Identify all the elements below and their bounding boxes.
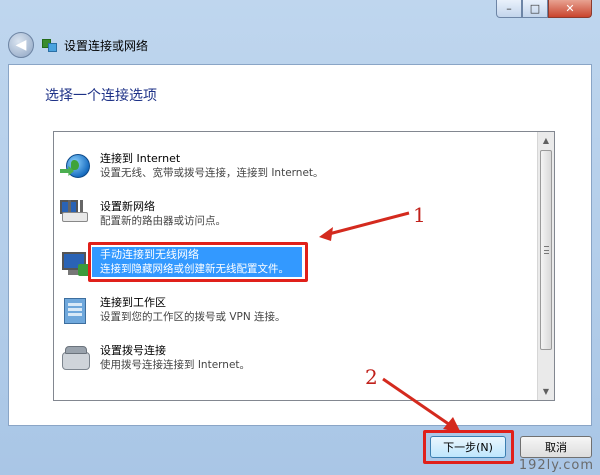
option-desc: 配置新的路由器或访问点。 — [100, 215, 226, 227]
caption-buttons: – □ ✕ — [496, 0, 592, 18]
list-item-connect-internet[interactable]: 连接到 Internet 设置无线、宽带或拨号连接，连接到 Internet。 — [54, 140, 538, 190]
list-item-manual-wireless[interactable]: 手动连接到无线网络 连接到隐藏网络或创建新无线配置文件。 — [54, 236, 538, 286]
network-setup-icon — [42, 37, 58, 53]
list-item-new-network[interactable]: 设置新网络 配置新的路由器或访问点。 — [54, 188, 538, 238]
list-item-workplace[interactable]: 连接到工作区 设置到您的工作区的拨号或 VPN 连接。 — [54, 284, 538, 334]
content-panel: 选择一个连接选项 连接到 Internet 设置无线、宽带或拨号连接，连接到 I… — [8, 64, 592, 433]
annotation-highlight-box — [88, 242, 308, 282]
list-scrollbar[interactable]: ▲ ▼ — [537, 132, 554, 400]
maximize-button[interactable]: □ — [522, 0, 548, 18]
page-heading: 选择一个连接选项 — [45, 88, 157, 104]
nav-bar: ◀ 设置连接或网络 — [8, 28, 592, 62]
minimize-button[interactable]: – — [496, 0, 522, 18]
annotation-next-highlight-box — [423, 430, 514, 464]
annotation-number-2: 2 — [365, 365, 378, 389]
router-icon — [60, 200, 92, 230]
scroll-up-icon[interactable]: ▲ — [538, 132, 554, 149]
annotation-arrow-1 — [319, 211, 410, 241]
option-desc: 使用拨号连接连接到 Internet。 — [100, 359, 251, 371]
watermark: 192ly.com — [518, 458, 594, 473]
cancel-button[interactable]: 取消 — [520, 436, 592, 458]
back-arrow-icon: ◀ — [15, 37, 27, 53]
option-title: 设置拨号连接 — [100, 344, 166, 357]
workplace-icon — [60, 296, 92, 326]
option-title: 连接到工作区 — [100, 296, 166, 309]
globe-icon — [60, 152, 92, 182]
option-title: 设置新网络 — [100, 200, 155, 213]
option-desc: 设置无线、宽带或拨号连接，连接到 Internet。 — [100, 167, 324, 179]
phone-icon — [60, 344, 92, 374]
window-title: 设置连接或网络 — [64, 38, 149, 53]
scroll-thumb[interactable] — [540, 150, 552, 350]
option-title: 连接到 Internet — [100, 152, 181, 165]
button-bar: 下一步(N) 取消 192ly.com — [0, 426, 600, 475]
option-desc: 设置到您的工作区的拨号或 VPN 连接。 — [100, 311, 286, 323]
wizard-window: – □ ✕ ◀ 设置连接或网络 选择一个连接选项 连接到 Internet 设置… — [0, 0, 600, 475]
back-button[interactable]: ◀ — [8, 32, 34, 58]
scroll-down-icon[interactable]: ▼ — [538, 383, 554, 400]
connection-options-list[interactable]: 连接到 Internet 设置无线、宽带或拨号连接，连接到 Internet。 … — [53, 131, 555, 401]
close-button[interactable]: ✕ — [548, 0, 592, 18]
